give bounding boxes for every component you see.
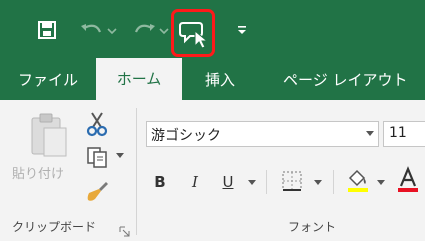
font-size-box[interactable]: 11	[383, 121, 425, 147]
tab-page-layout[interactable]: ページ レイアウト	[283, 60, 407, 100]
group-separator	[136, 108, 137, 235]
undo-button[interactable]	[76, 12, 120, 48]
copy-icon	[87, 147, 107, 168]
copy-dropdown-button[interactable]	[114, 150, 126, 162]
clipboard-group-label: クリップボード	[12, 220, 97, 234]
borders-icon[interactable]	[281, 170, 303, 192]
customize-dropdown-icon	[238, 26, 246, 34]
paste-label: 貼り付け	[12, 167, 65, 182]
cut-button[interactable]	[82, 110, 112, 138]
format-painter-button[interactable]	[82, 177, 112, 205]
chevron-down-icon	[116, 153, 124, 158]
redo-icon	[134, 24, 169, 35]
format-separator	[266, 170, 267, 194]
font-name-box[interactable]: 游ゴシック	[146, 121, 379, 147]
scissors-icon	[86, 112, 108, 137]
italic-button[interactable]: I	[185, 170, 205, 194]
speech-bubble-cursor-icon	[179, 22, 209, 49]
font-color-icon[interactable]	[396, 166, 420, 194]
fill-color-dropdown-icon[interactable]	[377, 180, 385, 186]
copy-button[interactable]	[82, 143, 112, 171]
borders-dropdown-icon[interactable]	[314, 180, 322, 186]
tab-file[interactable]: ファイル	[18, 60, 78, 100]
tab-home[interactable]: ホーム	[96, 58, 182, 100]
redo-button[interactable]	[128, 12, 172, 48]
font-group-label: フォント	[288, 220, 337, 234]
underline-dropdown-icon[interactable]	[248, 180, 256, 186]
clipboard-paste-icon	[31, 113, 67, 157]
save-icon	[38, 21, 56, 39]
chevron-down-icon	[366, 131, 374, 136]
paste-button[interactable]	[28, 112, 70, 162]
font-size-value: 11	[389, 125, 407, 141]
underline-button[interactable]: U	[218, 170, 238, 194]
dialog-launcher-icon	[119, 226, 130, 237]
clipboard-dialog-launcher[interactable]	[119, 222, 130, 237]
highlighted-qat-button[interactable]	[171, 9, 215, 57]
undo-icon	[81, 24, 117, 35]
save-button[interactable]	[32, 12, 62, 48]
font-name-value: 游ゴシック	[151, 128, 221, 144]
customize-qat-button[interactable]	[236, 12, 248, 48]
format-painter-icon	[87, 182, 108, 201]
bold-button[interactable]: B	[150, 170, 170, 194]
fill-color-icon[interactable]	[344, 166, 372, 194]
format-separator-2	[333, 170, 334, 194]
tab-insert[interactable]: 挿入	[205, 60, 235, 100]
